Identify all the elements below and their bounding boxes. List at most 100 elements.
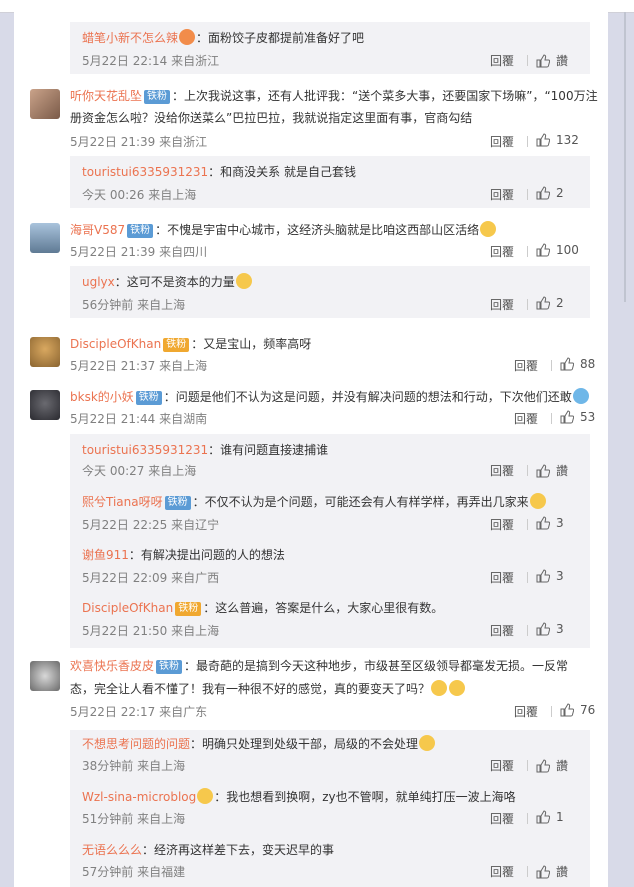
reply-button[interactable]: 回覆	[490, 569, 514, 586]
like-button[interactable]: 2	[536, 186, 564, 200]
comment-text-line2: 册资金怎么啦？没给你送菜么”巴拉巴拉，我就说指定这里面有事，官商勾结	[70, 111, 473, 125]
avatar[interactable]	[30, 89, 60, 119]
like-count: 讚	[556, 865, 569, 879]
like-button[interactable]: 讚	[536, 757, 568, 774]
comment-meta: 5月22日 21:37 来自上海	[70, 359, 208, 373]
commenter-name[interactable]: uglyx	[82, 275, 115, 289]
like-count: 76	[580, 703, 596, 717]
commenter-name[interactable]: touristui6335931231	[82, 165, 208, 179]
like-button[interactable]: 53	[560, 410, 595, 424]
like-button[interactable]: 76	[560, 703, 595, 717]
like-count: 讚	[556, 54, 569, 68]
reply-button[interactable]: 回覆	[514, 410, 538, 427]
commenter-name[interactable]: bksk的小妖	[70, 390, 134, 404]
emoji-icon	[449, 680, 466, 696]
comment-text: ：这可不是资本的力量	[114, 275, 235, 289]
comment-meta: 5月22日 22:17 来自广东	[70, 705, 208, 719]
commenter-name[interactable]: 听你天花乱坠	[70, 89, 142, 103]
sub-comment: 不想思考问题的问题：明确只处理到处级干部，局级的不会处理 38分钟前 来自上海 …	[70, 730, 590, 783]
thumbs-up-icon	[536, 54, 551, 68]
emoji-icon	[572, 388, 589, 404]
commenter-name[interactable]: 海哥V587	[70, 223, 125, 237]
thumbs-up-icon	[536, 133, 551, 147]
scrollbar[interactable]	[624, 12, 626, 302]
emoji-icon	[431, 680, 448, 696]
thumbs-up-icon	[536, 464, 551, 478]
comment-text: ：问题是他们不认为这是问题，并没有解决问题的想法和行动，下次他们还敢	[163, 390, 572, 404]
like-button[interactable]: 1	[536, 810, 564, 824]
comment-text: ：我也想看到换啊，zy也不管啊，就单纯打压一波上海咯	[214, 790, 516, 804]
reply-button[interactable]: 回覆	[490, 243, 514, 260]
avatar[interactable]	[30, 390, 60, 420]
like-button[interactable]: 88	[560, 357, 595, 371]
commenter-name[interactable]: 谢鱼911	[82, 548, 129, 562]
comment-item: 听你天花乱坠 铁粉 ：上次我说这事，还有人批评我：“送个菜多大事，还要国家下场嘛”，…	[14, 84, 608, 156]
comment-meta: 51分钟前 来自上海	[82, 812, 186, 826]
commenter-name[interactable]: touristui6335931231	[82, 443, 208, 457]
comment-meta: 5月22日 21:50 来自上海	[82, 624, 220, 638]
like-count: 3	[556, 569, 564, 583]
like-count: 100	[556, 243, 579, 257]
reply-button[interactable]: 回覆	[490, 516, 514, 533]
comment-meta: 57分钟前 来自福建	[82, 865, 186, 879]
comment-item: bksk的小妖 铁粉 ：问题是他们不认为这是问题，并没有解决问题的想法和行动，下次他…	[14, 385, 608, 429]
comment-meta: 今天 00:26 来自上海	[82, 188, 197, 202]
reply-button[interactable]: 回覆	[490, 863, 514, 880]
like-button[interactable]: 132	[536, 133, 579, 147]
commenter-name[interactable]: DiscipleOfKhan	[70, 337, 161, 351]
emoji-icon	[480, 221, 497, 237]
comment-text: ：这么普遍，答案是什么，大家心里很有数。	[203, 601, 444, 615]
fan-badge: 铁粉	[175, 602, 202, 616]
like-button[interactable]: 3	[536, 622, 564, 636]
reply-button[interactable]: 回覆	[490, 462, 514, 479]
like-button[interactable]: 讚	[536, 863, 568, 880]
like-button[interactable]: 讚	[536, 52, 568, 69]
sub-comment: 谢鱼911：有解决提出问题的人的想法 5月22日 22:09 来自广西 回覆 3	[70, 541, 590, 594]
thumbs-up-icon	[536, 243, 551, 257]
emoji-icon	[419, 735, 436, 751]
reply-button[interactable]: 回覆	[490, 133, 514, 150]
fan-badge: 铁粉	[135, 391, 162, 405]
comment-text: ：和商没关系 就是自己套钱	[208, 165, 356, 179]
comment-text: ：又是宝山，频率高呀	[191, 337, 312, 351]
comment-meta: 5月22日 21:44 来自湖南	[70, 412, 208, 426]
thumbs-up-icon	[560, 357, 575, 371]
comment-text: ：明确只处理到处级干部，局级的不会处理	[190, 737, 419, 751]
reply-button[interactable]: 回覆	[490, 186, 514, 203]
thumbs-up-icon	[560, 703, 575, 717]
commenter-name[interactable]: 无语么么么	[82, 843, 142, 857]
like-button[interactable]: 3	[536, 516, 564, 530]
like-button[interactable]: 100	[536, 243, 579, 257]
reply-button[interactable]: 回覆	[490, 52, 514, 69]
comment-meta: 今天 00:27 来自上海	[82, 464, 197, 478]
reply-button[interactable]: 回覆	[514, 357, 538, 374]
thumbs-up-icon	[536, 569, 551, 583]
emoji-icon	[197, 788, 214, 804]
reply-button[interactable]: 回覆	[490, 810, 514, 827]
commenter-name[interactable]: Wzl-sina-microblog	[82, 790, 196, 804]
commenter-name[interactable]: DiscipleOfKhan	[82, 601, 173, 615]
sub-comment: DiscipleOfKhan 铁粉 ：这么普遍，答案是什么，大家心里很有数。 5月2…	[70, 594, 590, 648]
like-button[interactable]: 3	[536, 569, 564, 583]
like-count: 3	[556, 622, 564, 636]
reply-button[interactable]: 回覆	[490, 296, 514, 313]
thumbs-up-icon	[560, 410, 575, 424]
commenter-name[interactable]: 不想思考问题的问题	[82, 737, 190, 751]
comment-panel: 蜡笔小新不怎么辣 ：面粉饺子皮都提前准备好了吧 5月22日 22:14 来自浙江 …	[14, 0, 608, 887]
commenter-name[interactable]: 蜡笔小新不怎么辣	[82, 31, 178, 45]
like-button[interactable]: 2	[536, 296, 564, 310]
reply-button[interactable]: 回覆	[490, 757, 514, 774]
comment-meta: 5月22日 22:09 来自广西	[82, 571, 220, 585]
reply-button[interactable]: 回覆	[490, 622, 514, 639]
commenter-name[interactable]: 熙兮Tiana呀呀	[82, 495, 163, 509]
avatar[interactable]	[30, 223, 60, 253]
avatar[interactable]	[30, 337, 60, 367]
reply-button[interactable]: 回覆	[514, 703, 538, 720]
like-button[interactable]: 讚	[536, 462, 568, 479]
avatar[interactable]	[30, 661, 60, 691]
like-count: 2	[556, 186, 564, 200]
commenter-name[interactable]: 欢喜快乐香皮皮	[70, 659, 154, 673]
sub-comment: 蜡笔小新不怎么辣 ：面粉饺子皮都提前准备好了吧 5月22日 22:14 来自浙江 …	[70, 22, 590, 74]
comment-text: ：经济再这样差下去，变天迟早的事	[142, 843, 335, 857]
comment-text: ：有解决提出问题的人的想法	[128, 548, 285, 562]
